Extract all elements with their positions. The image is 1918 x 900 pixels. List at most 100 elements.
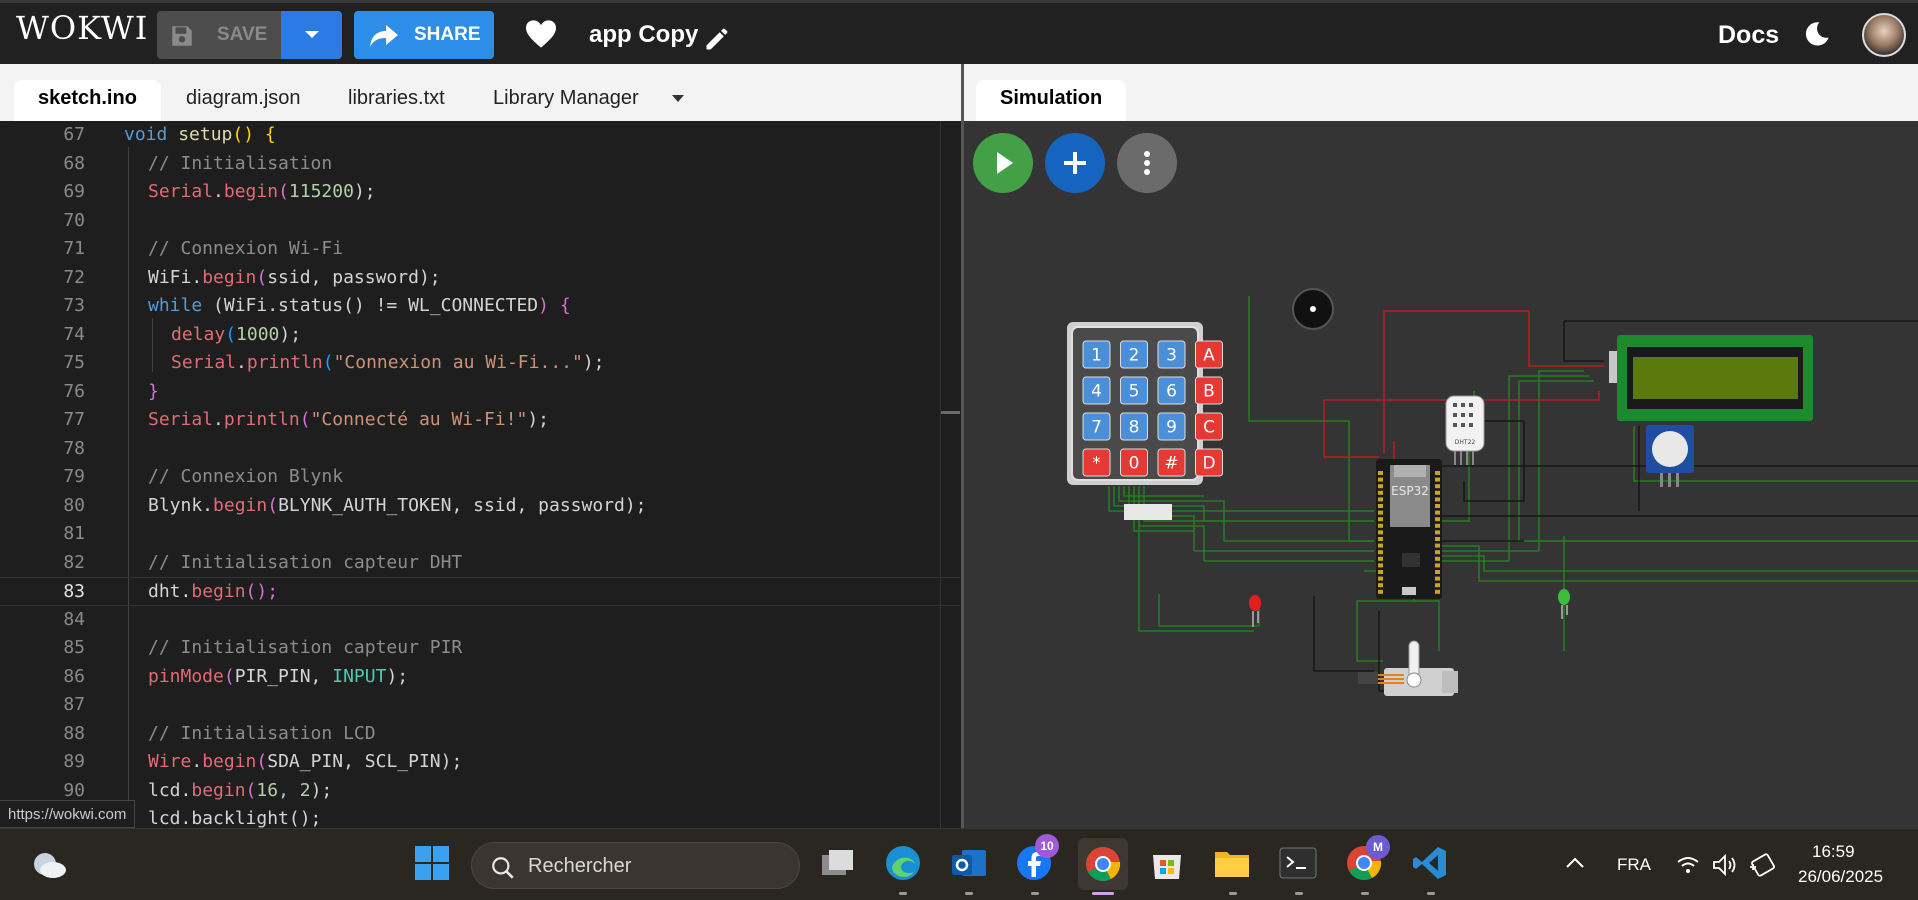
taskbar-chrome-profile[interactable]: M [1342,835,1390,885]
user-avatar[interactable] [1862,13,1906,57]
code-editor[interactable]: 67 void setup() { 68// Initialisation 69 S… [0,121,960,828]
battery-charging-icon[interactable] [1748,853,1776,877]
keypad-key[interactable]: 1 [1082,340,1111,369]
svg-text:A: A [1203,346,1215,366]
keypad-key[interactable]: 8 [1120,412,1148,441]
save-dropdown-button[interactable] [281,11,342,59]
weather-icon [34,853,66,878]
share-label: SHARE [414,24,481,45]
running-indicator [965,892,973,895]
outlook-icon [952,850,986,876]
code-line: 82// Initialisation capteur DHT [63,551,463,573]
taskbar-vscode[interactable] [1408,841,1452,885]
run-simulation-button[interactable] [973,133,1033,193]
share-icon [370,25,398,47]
pir-sensor[interactable] [1646,425,1694,487]
profile-badge: M [1366,835,1390,859]
folder-icon [1215,852,1249,877]
taskbar-store[interactable] [1145,841,1189,885]
esp32-board[interactable]: ESP32 [1376,459,1442,599]
tab-simulation[interactable]: Simulation [976,80,1127,121]
pencil-icon[interactable] [703,25,731,53]
weather-widget[interactable] [27,841,71,885]
keypad-key[interactable]: 2 [1120,340,1148,369]
circuit-diagram[interactable]: 1 2 3 A 4 5 6 B 7 8 9 C * 0 # D DHT22 ESP32 [964,121,1918,828]
taskbar-outlook[interactable] [947,841,991,885]
keypad-key[interactable]: A [1195,340,1223,369]
moon-icon[interactable] [1803,20,1831,48]
chevron-up-icon[interactable] [1565,855,1585,869]
clock-time[interactable]: 16:59 [1812,842,1855,862]
lcd-display[interactable] [1609,335,1813,421]
search-icon [492,857,514,879]
taskbar-terminal[interactable] [1276,841,1320,885]
notification-badge: 10 [1035,834,1059,858]
keypad-key[interactable]: B [1195,376,1223,405]
esp32-pin [1378,510,1383,515]
esp32-pin [1378,497,1383,502]
keypad-key[interactable]: 6 [1157,376,1186,405]
tab-diagram-json[interactable]: diagram.json [162,80,325,121]
svg-text:D: D [1202,454,1215,474]
buzzer[interactable] [1292,288,1334,330]
esp32-pin [1378,530,1383,535]
svg-text:#: # [1164,454,1178,474]
language-indicator[interactable]: FRA [1617,855,1651,875]
keypad-key[interactable]: 4 [1082,376,1111,405]
wokwi-logo[interactable]: WOKWI [16,9,148,47]
dht22-sensor[interactable]: DHT22 [1445,395,1485,465]
keypad-key[interactable]: 3 [1157,340,1186,369]
docs-link[interactable]: Docs [1718,21,1779,50]
code-line: 72 WiFi.begin(ssid, password); [63,266,441,288]
esp32-pin [1378,570,1383,574]
tabs-dropdown-icon[interactable] [672,95,684,102]
esp32-pin [1378,477,1383,482]
add-part-button[interactable] [1045,133,1105,193]
svg-text:9: 9 [1166,418,1177,438]
taskbar-search[interactable]: Rechercher [471,842,800,889]
keypad-key[interactable]: C [1195,412,1223,441]
keypad-key[interactable]: # [1157,448,1186,477]
simulation-canvas[interactable]: 1 2 3 A 4 5 6 B 7 8 9 C * 0 # D DHT22 ES… [964,121,1918,828]
edge-icon [886,846,920,880]
more-options-button[interactable] [1117,133,1177,193]
taskbar-facebook[interactable]: 10 [1012,834,1059,885]
tab-libraries-txt[interactable]: libraries.txt [324,80,469,121]
editor-scrollbar[interactable] [940,121,960,828]
play-icon [997,152,1013,174]
code-line: 90 lcd.begin(16, 2); [63,779,333,801]
servo-motor[interactable] [1358,640,1458,696]
keypad-key[interactable]: 0 [1120,448,1148,477]
esp32-pin [1435,556,1440,561]
save-button[interactable]: SAVE [157,11,281,59]
taskbar-file-explorer[interactable] [1210,841,1254,885]
esp32-pin [1378,523,1383,528]
esp32-pin [1378,576,1383,581]
running-indicator [1229,892,1237,895]
chevron-down-icon [305,31,319,38]
tab-sketch-ino[interactable]: sketch.ino [14,80,161,121]
keypad-key[interactable]: 5 [1120,376,1148,405]
volume-icon[interactable] [1712,853,1738,877]
esp32-pin [1435,550,1440,555]
start-button[interactable] [410,841,454,885]
search-placeholder: Rechercher [528,855,632,877]
taskbar-chrome-active[interactable] [1078,838,1128,890]
keypad-key[interactable]: 9 [1157,412,1186,441]
clock-date[interactable]: 26/06/2025 [1798,867,1883,887]
keypad-key[interactable]: * [1082,448,1111,477]
task-view-button[interactable] [816,841,860,885]
windows-taskbar: Rechercher 10 M FRA 16:59 26/06/2025 [0,828,1918,900]
tab-library-manager[interactable]: Library Manager [469,80,663,121]
taskbar-edge[interactable] [881,841,925,885]
esp32-pin [1435,576,1440,581]
keypad-key[interactable]: 7 [1082,412,1111,441]
wifi-icon[interactable] [1676,855,1700,875]
svg-text:6: 6 [1166,382,1177,402]
heart-icon[interactable] [524,19,558,49]
keypad-key[interactable]: D [1195,448,1223,477]
esp32-pin [1435,504,1440,508]
esp32-pin [1435,523,1440,528]
running-indicator [1295,892,1303,895]
share-button[interactable]: SHARE [354,11,494,59]
